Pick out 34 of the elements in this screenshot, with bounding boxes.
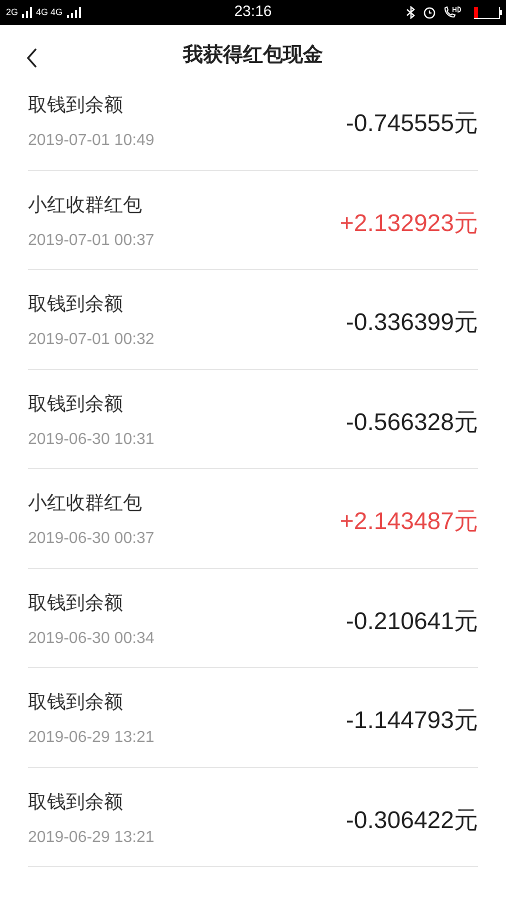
- record-title: 取钱到余额: [28, 790, 123, 814]
- record-time: 2019-06-30 00:34: [28, 628, 154, 648]
- record-time: 2019-07-01 00:37: [28, 230, 154, 250]
- record-title: 取钱到余额: [28, 592, 123, 616]
- record-amount: -0.306422元: [346, 806, 478, 836]
- record-title: 小红收群红包: [28, 194, 142, 218]
- record-title: 取钱到余额: [28, 691, 123, 715]
- record-title: 取钱到余额: [28, 392, 123, 416]
- record-amount: -0.336399元: [346, 308, 478, 338]
- alarm-icon: [423, 6, 436, 19]
- record-time: 2019-07-01 00:32: [28, 330, 154, 350]
- battery-icon: [474, 6, 500, 18]
- record-title: 小红收群红包: [28, 492, 142, 516]
- record-time: 2019-06-30 10:31: [28, 430, 154, 450]
- network-label: 2G: [6, 6, 18, 19]
- record-amount: +2.132923元: [340, 208, 478, 238]
- record-time: 2019-06-29 13:21: [28, 828, 154, 848]
- network-label: 4G 4G: [36, 6, 63, 19]
- signal-icon: [22, 7, 32, 18]
- record-amount: -0.210641元: [346, 606, 478, 636]
- clock-time: 23:16: [234, 2, 272, 22]
- record-amount: -0.745555元: [346, 109, 478, 139]
- bluetooth-icon: [406, 6, 416, 19]
- page-title: 我获得红包现金: [183, 43, 323, 68]
- record-amount: -0.566328元: [346, 408, 478, 438]
- record-time: 2019-07-01 10:49: [28, 131, 154, 151]
- record-time: 2019-06-29 13:21: [28, 728, 154, 748]
- record-amount: -1.144793元: [346, 706, 478, 736]
- record-amount: +2.143487元: [340, 507, 478, 537]
- record-title: 取钱到余额: [28, 293, 123, 317]
- record-time: 2019-06-30 00:37: [28, 529, 154, 549]
- signal-icon: [66, 7, 81, 18]
- record-title: 取钱到余额: [28, 94, 123, 118]
- phone-hd-icon: [443, 6, 461, 19]
